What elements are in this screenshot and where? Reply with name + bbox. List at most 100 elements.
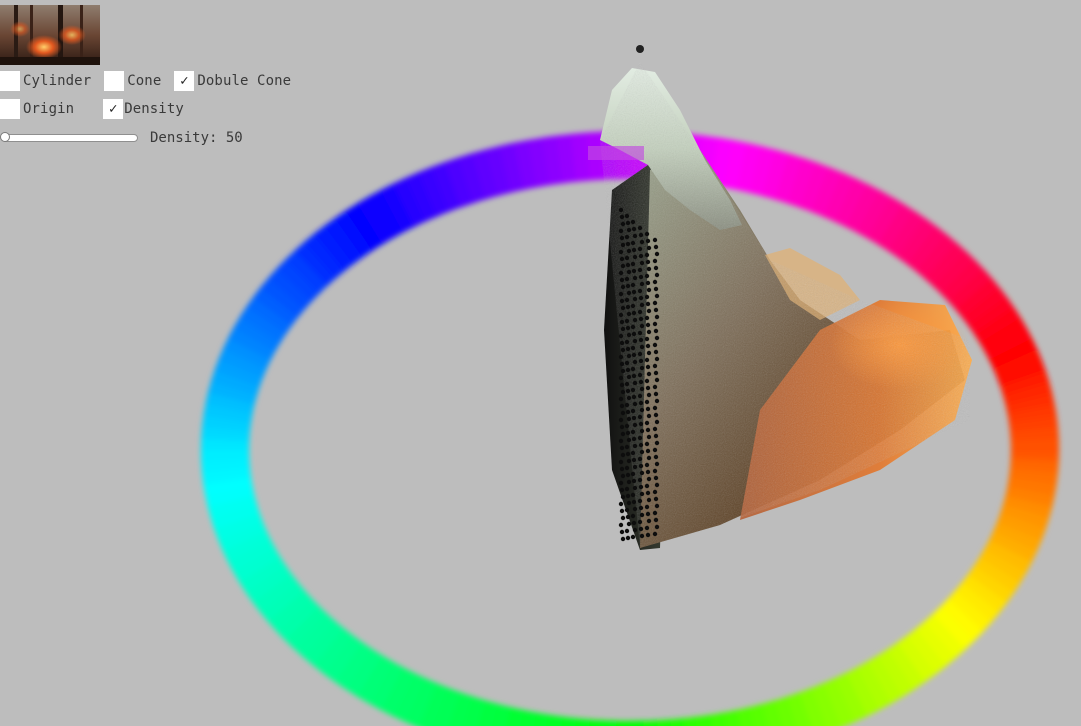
dark-sample-dot xyxy=(654,398,660,404)
dark-sample-dot xyxy=(631,436,637,442)
dark-sample-dot xyxy=(652,237,658,243)
dark-sample-dot xyxy=(653,517,659,523)
dark-sample-dot xyxy=(638,463,644,469)
cone-checkbox-box[interactable]: ✓ xyxy=(104,71,125,91)
dark-sample-dot xyxy=(619,256,625,262)
dark-sample-dot xyxy=(631,415,637,421)
display-options-row: ✓ Origin ✓ Density xyxy=(0,98,197,120)
forest-fire-thumbnail-image xyxy=(0,5,100,65)
density-slider[interactable] xyxy=(0,132,138,142)
dark-sample-dot xyxy=(626,227,632,233)
dark-sample-dot xyxy=(653,349,659,355)
dark-sample-dot xyxy=(630,450,636,456)
dark-sample-dot xyxy=(630,282,636,288)
dark-sample-dot xyxy=(630,387,636,393)
dark-sample-dot xyxy=(652,426,658,432)
dark-sample-dot xyxy=(619,361,625,367)
density-checkbox-box[interactable]: ✓ xyxy=(103,99,124,119)
dark-sample-dot xyxy=(638,253,644,259)
cylinder-checkbox-box[interactable]: ✓ xyxy=(0,71,20,91)
dark-sample-dot xyxy=(654,503,660,509)
cylinder-checkbox[interactable]: ✓ Cylinder xyxy=(0,71,104,91)
dark-sample-dot xyxy=(646,329,652,335)
dark-sample-dot xyxy=(626,416,632,422)
cone-checkbox[interactable]: ✓ Cone xyxy=(104,71,174,91)
density-label: Density xyxy=(124,101,184,117)
dark-sample-dot xyxy=(645,511,651,517)
dark-sample-dot xyxy=(619,529,625,535)
dark-sample-dot xyxy=(654,461,660,467)
dark-sample-dot xyxy=(630,408,636,414)
cylinder-label: Cylinder xyxy=(23,73,92,89)
dark-sample-dot xyxy=(652,321,658,327)
dark-sample-dot xyxy=(631,289,637,295)
dark-sample-dot xyxy=(625,241,631,247)
double-cone-checkbox[interactable]: ✓ Dobule Cone xyxy=(174,71,304,91)
dark-sample-dot xyxy=(626,374,632,380)
dark-sample-dot xyxy=(654,419,660,425)
dark-sample-dot xyxy=(654,482,660,488)
dark-sample-dot xyxy=(630,219,636,225)
dark-sample-dot xyxy=(625,346,631,352)
dark-sample-dot xyxy=(624,465,630,471)
dark-sample-dot xyxy=(646,434,652,440)
density-caption: Density: xyxy=(150,130,218,146)
dark-sample-dot xyxy=(637,309,643,315)
density-value-label: Density: 50 xyxy=(150,130,243,146)
dark-sample-dot xyxy=(646,308,652,314)
dark-sample-dot xyxy=(624,423,630,429)
dark-sample-dot xyxy=(632,464,638,470)
dark-sample-dot xyxy=(618,417,624,423)
check-icon: ✓ xyxy=(180,73,189,89)
dark-sample-dot xyxy=(637,477,643,483)
dark-sample-dot xyxy=(639,386,645,392)
origin-checkbox-box[interactable]: ✓ xyxy=(0,99,20,119)
origin-label: Origin xyxy=(23,101,75,117)
dark-sample-dot xyxy=(620,473,626,479)
dark-sample-dot xyxy=(646,476,652,482)
dark-sample-dot xyxy=(620,221,626,227)
dark-sample-dot xyxy=(626,437,632,443)
dark-sample-dot xyxy=(652,384,658,390)
dark-sample-dot xyxy=(620,368,626,374)
double-cone-checkbox-box[interactable]: ✓ xyxy=(174,71,195,91)
dark-sample-dot xyxy=(638,484,644,490)
dark-sample-dot xyxy=(624,360,630,366)
dark-sample-dot xyxy=(644,441,650,447)
dark-sample-dot xyxy=(620,326,626,332)
density-checkbox[interactable]: ✓ Density xyxy=(103,99,197,119)
cone-label: Cone xyxy=(127,73,162,89)
dark-sample-dot xyxy=(624,381,630,387)
dark-sample-dot xyxy=(637,267,643,273)
dark-sample-dot xyxy=(626,269,632,275)
dark-sample-dot xyxy=(630,303,636,309)
double-cone-label: Dobule Cone xyxy=(197,73,292,89)
dark-sample-dot xyxy=(653,391,659,397)
dark-sample-dot xyxy=(618,291,624,297)
dark-sample-dot xyxy=(653,286,659,292)
dark-sample-dot xyxy=(624,339,630,345)
dark-sample-dot xyxy=(645,427,651,433)
dark-sample-dot xyxy=(626,353,632,359)
dark-sample-dot xyxy=(646,518,652,524)
dark-sample-dot xyxy=(631,268,637,274)
dark-sample-dot xyxy=(618,375,624,381)
dark-sample-dot xyxy=(624,297,630,303)
origin-checkbox[interactable]: ✓ Origin xyxy=(0,99,103,119)
dark-sample-dot xyxy=(654,314,660,320)
dark-sample-dot xyxy=(625,388,631,394)
dark-sample-dot xyxy=(630,240,636,246)
pole-marker xyxy=(636,45,644,53)
density-slider-thumb[interactable] xyxy=(0,132,10,142)
dark-sample-dot xyxy=(646,245,652,251)
dark-sample-dot xyxy=(625,430,631,436)
dark-sample-dot xyxy=(630,534,636,540)
dark-sample-dot xyxy=(654,272,660,278)
dark-sample-dot xyxy=(637,225,643,231)
dark-sample-dot xyxy=(620,452,626,458)
dark-sample-dot xyxy=(625,493,631,499)
dark-sample-dot xyxy=(625,325,631,331)
dark-sample-dot xyxy=(645,259,651,265)
dark-sample-dot xyxy=(644,525,650,531)
dark-sample-dot xyxy=(619,319,625,325)
